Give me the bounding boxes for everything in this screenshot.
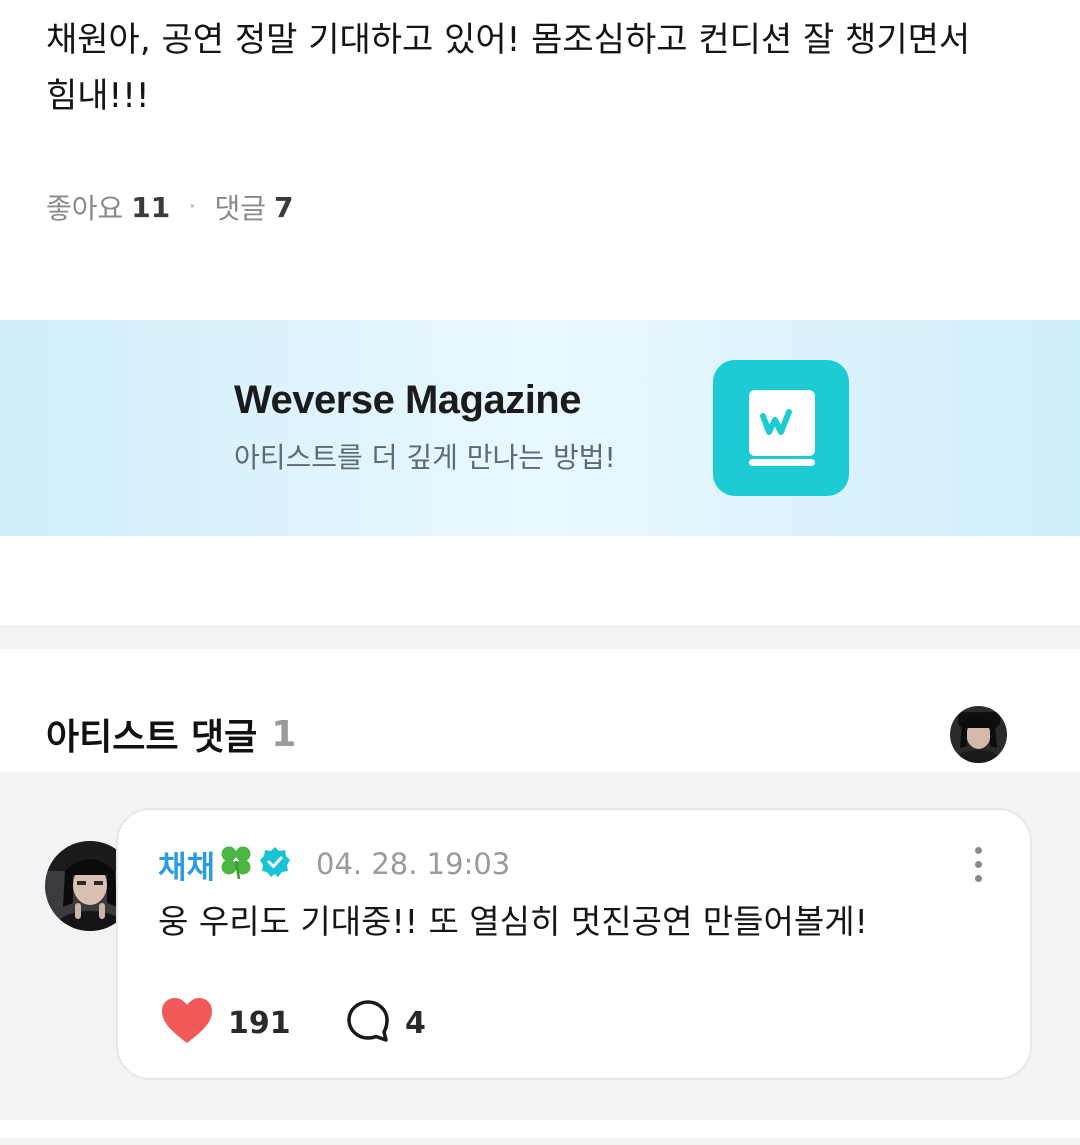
comment-reply-button[interactable]: 4 — [345, 998, 426, 1048]
four-leaf-clover-icon — [219, 844, 253, 884]
comment-reply-count: 4 — [405, 1005, 426, 1041]
weverse-magazine-book-icon — [713, 360, 849, 496]
likes-link[interactable]: 좋아요 11 — [46, 187, 170, 227]
likes-label: 좋아요 — [46, 192, 124, 225]
likes-count: 11 — [131, 190, 171, 224]
comments-count: 7 — [274, 190, 294, 224]
comment-timestamp: 04. 28. 19:03 — [316, 847, 511, 881]
bottom-divider — [0, 1138, 1080, 1145]
verified-badge-icon — [259, 846, 291, 882]
banner-subtitle: 아티스트를 더 깊게 만나는 방법! — [234, 441, 616, 474]
artist-comments-heading: 아티스트 댓글 1 — [46, 708, 296, 760]
comments-label: 댓글 — [214, 192, 267, 225]
post-text: 채원아, 공연 정말 기대하고 있어! 몸조심하고 컨디션 잘 챙기면서 힘내!… — [46, 20, 971, 116]
artist-avatar-small[interactable] — [950, 706, 1007, 763]
comment-author-name: 채채 — [158, 849, 216, 886]
section-divider — [0, 626, 1080, 649]
comment-like-button[interactable]: 191 — [160, 998, 291, 1048]
comment-author[interactable]: 채채 — [158, 842, 291, 886]
section-title: 아티스트 댓글 — [46, 717, 258, 758]
comment-like-count: 191 — [228, 1005, 291, 1041]
comments-link[interactable]: 댓글 7 — [215, 187, 294, 227]
meta-separator: · — [188, 192, 197, 222]
post-meta: 좋아요 11 · 댓글 7 — [46, 185, 294, 229]
more-options-icon[interactable] — [960, 840, 996, 888]
banner-title: Weverse Magazine — [234, 378, 581, 422]
comment-text: 웅 우리도 기대중!! 또 열심히 멋진공연 만들어볼게! — [158, 902, 868, 941]
weverse-magazine-banner[interactable] — [0, 320, 1080, 536]
section-count: 1 — [271, 713, 297, 755]
speech-bubble-icon — [345, 998, 391, 1048]
heart-icon — [160, 997, 214, 1049]
